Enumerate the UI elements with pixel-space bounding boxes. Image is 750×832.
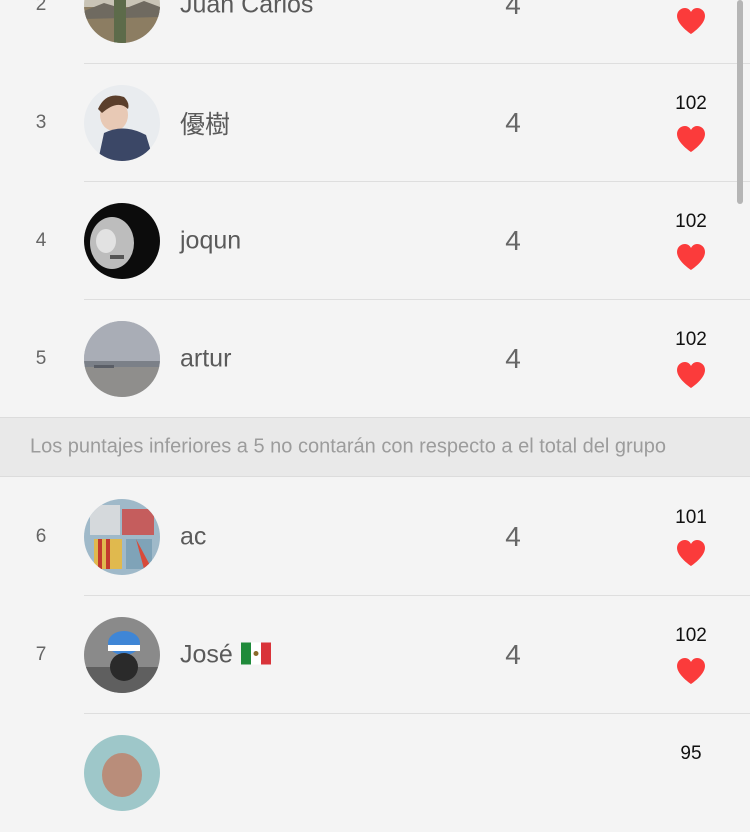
- user-name: 優樹: [180, 111, 231, 139]
- heart-icon[interactable]: [675, 656, 707, 686]
- rank-number: 6: [35, 526, 47, 547]
- list-item[interactable]: 7 José 4 102: [0, 596, 750, 714]
- heart-icon[interactable]: [675, 242, 707, 272]
- heart-icon[interactable]: [675, 124, 707, 154]
- heart-icon[interactable]: [675, 360, 707, 390]
- avatar-image: [84, 85, 160, 161]
- likes-count: 101: [675, 507, 707, 528]
- user-name: joqun: [180, 226, 242, 255]
- heart-icon[interactable]: [675, 6, 707, 36]
- avatar-image: [84, 499, 160, 575]
- likes-count: 102: [675, 329, 707, 350]
- score-value: 4: [505, 343, 521, 374]
- avatar[interactable]: [84, 499, 160, 575]
- avatar[interactable]: [84, 85, 160, 161]
- notice-text: Los puntajes inferiores a 5 no contarán …: [30, 435, 666, 458]
- list-item[interactable]: 95: [0, 714, 750, 832]
- user-name-text: José: [180, 640, 233, 669]
- user-name: Juan Carlos: [180, 0, 314, 19]
- avatar[interactable]: [84, 321, 160, 397]
- score-value: 4: [505, 0, 521, 20]
- avatar-image: [84, 735, 160, 811]
- avatar[interactable]: [84, 735, 160, 811]
- list-item[interactable]: 4 joqun 4 102: [0, 182, 750, 300]
- list-item[interactable]: 6 ac 4 101: [0, 478, 750, 596]
- score-value: 4: [505, 521, 521, 552]
- rank-number: 2: [35, 0, 47, 15]
- list-item[interactable]: 2 Juan Carlos 4: [0, 0, 750, 64]
- rank-number: 4: [35, 230, 47, 251]
- score-value: 4: [505, 107, 521, 138]
- likes-count: 95: [680, 743, 702, 764]
- rank-number: 3: [35, 112, 47, 133]
- list-item[interactable]: 5 artur 4 102: [0, 300, 750, 418]
- rank-number: 7: [35, 644, 47, 665]
- score-value: 4: [505, 639, 521, 670]
- mexico-flag-icon: [240, 642, 271, 665]
- score-threshold-notice: Los puntajes inferiores a 5 no contarán …: [0, 417, 750, 477]
- user-name: artur: [180, 344, 232, 373]
- leaderboard-list: 2 Juan Carlos 4 3 優樹 4 102 4 joqun 4 102…: [0, 0, 750, 811]
- avatar-image: [84, 0, 160, 43]
- avatar-image: [84, 617, 160, 693]
- likes-count: 102: [675, 211, 707, 232]
- likes-count: 102: [675, 625, 707, 646]
- user-name: José: [180, 641, 271, 670]
- user-name: ac: [180, 522, 207, 551]
- likes-count: 102: [675, 93, 707, 114]
- heart-icon[interactable]: [675, 538, 707, 568]
- rank-number: 5: [35, 348, 47, 369]
- list-item[interactable]: 3 優樹 4 102: [0, 64, 750, 182]
- avatar-image: [84, 203, 160, 279]
- avatar[interactable]: [84, 203, 160, 279]
- avatar-image: [84, 321, 160, 397]
- score-value: 4: [505, 225, 521, 256]
- scrollbar[interactable]: [737, 0, 743, 204]
- avatar[interactable]: [84, 617, 160, 693]
- avatar[interactable]: [84, 0, 160, 43]
